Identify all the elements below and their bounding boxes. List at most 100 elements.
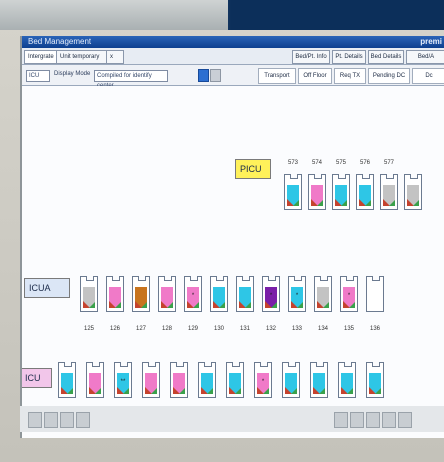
bed-flag-triangle: [245, 302, 251, 308]
dc-button[interactable]: Dc: [412, 68, 444, 84]
req-tx-button[interactable]: Req TX: [334, 68, 366, 84]
bed-number: 131: [239, 326, 250, 332]
print-icon[interactable]: [210, 69, 221, 82]
bed-headboard: [372, 276, 380, 281]
bed-tile[interactable]: [236, 276, 254, 312]
bed-flag-triangle: [271, 302, 277, 308]
bed-flag-triangle: [323, 302, 329, 308]
bed-a-button[interactable]: Bed/A: [406, 50, 444, 64]
bed-headboard: [320, 276, 328, 281]
bed-number: 134: [317, 326, 328, 332]
bed-headboard: [344, 362, 352, 367]
bed-tile[interactable]: [158, 276, 176, 312]
tab-unit-temporary[interactable]: Unit temporary: [56, 50, 110, 64]
transport-button[interactable]: Transport: [258, 68, 296, 84]
bed-flag-triangle: [167, 302, 173, 308]
bed-headboard: [204, 362, 212, 367]
bed-tile[interactable]: [284, 174, 302, 210]
bed-tile[interactable]: [380, 174, 398, 210]
bottom-square-button[interactable]: [366, 412, 380, 428]
bed-tile[interactable]: [282, 362, 300, 398]
bed-number: 133: [291, 326, 302, 332]
bottom-bar: [20, 406, 444, 432]
bed-headboard: [64, 362, 72, 367]
bed-tile[interactable]: [80, 276, 98, 312]
pending-dc-button[interactable]: Pending DC: [368, 68, 410, 84]
bed-flag-triangle: [291, 388, 297, 394]
bottom-square-button[interactable]: [334, 412, 348, 428]
bed-tile[interactable]: [86, 362, 104, 398]
bed-tile[interactable]: [58, 362, 76, 398]
bed-flag-triangle: [341, 200, 347, 206]
bed-tile[interactable]: *: [184, 276, 202, 312]
bed-tile[interactable]: [356, 174, 374, 210]
bottom-square-button[interactable]: [28, 412, 42, 428]
bed-number: 132: [265, 326, 276, 332]
bed-tile[interactable]: [170, 362, 188, 398]
bed-tile[interactable]: *: [340, 276, 358, 312]
bed-tile[interactable]: [226, 362, 244, 398]
off-floor-button[interactable]: Off Floor: [298, 68, 332, 84]
bed-tile[interactable]: *: [288, 276, 306, 312]
bed-tile[interactable]: **: [114, 362, 132, 398]
bed-flag-triangle: [293, 200, 299, 206]
bed-tile[interactable]: [338, 362, 356, 398]
bed-headboard: [338, 174, 346, 179]
bed-number: 127: [135, 326, 146, 332]
bed-flag-triangle: [115, 302, 121, 308]
bed-tile[interactable]: *: [254, 362, 272, 398]
bed-flag-triangle: [413, 200, 419, 206]
bottom-square-button[interactable]: [44, 412, 58, 428]
bed-number: 573: [287, 160, 298, 166]
pt-details-button[interactable]: Pt. Details: [332, 50, 366, 64]
bed-number: 576: [359, 160, 370, 166]
bed-tile[interactable]: [142, 362, 160, 398]
bed-tile[interactable]: [210, 276, 228, 312]
bed-headboard: [372, 362, 380, 367]
bed-tile[interactable]: [314, 276, 332, 312]
bed-tile[interactable]: [332, 174, 350, 210]
bed-headboard: [216, 276, 224, 281]
bed-tile[interactable]: *: [262, 276, 280, 312]
brand-text: premi: [420, 37, 442, 46]
bed-details-button[interactable]: Bed Details: [368, 50, 404, 64]
bottom-square-button[interactable]: [350, 412, 364, 428]
unit-label-picu: PICU: [235, 159, 271, 179]
bed-tile[interactable]: [366, 362, 384, 398]
bed-flag-triangle: [193, 302, 199, 308]
bed-flag-triangle: [375, 388, 381, 394]
bed-number: 130: [213, 326, 224, 332]
title-bar: Bed Management premi: [22, 36, 444, 48]
bed-flag-triangle: [297, 302, 303, 308]
tab-close[interactable]: x: [106, 50, 124, 64]
bed-headboard: [316, 362, 324, 367]
bed-headboard: [288, 362, 296, 367]
bed-tile[interactable]: [310, 362, 328, 398]
bed-headboard: [112, 276, 120, 281]
bottom-square-button[interactable]: [76, 412, 90, 428]
display-mode-select[interactable]: Compiled for identify center: [94, 70, 168, 89]
bed-flag-triangle: [389, 200, 395, 206]
bed-flag-triangle: [123, 388, 129, 394]
unit-select[interactable]: ICU: [26, 70, 50, 82]
toolbar: ICU Display Mode Compiled for identify c…: [22, 65, 444, 89]
bed-number: 136: [369, 326, 380, 332]
bed-number: 575: [335, 160, 346, 166]
bed-tile[interactable]: [198, 362, 216, 398]
bed-tile[interactable]: [404, 174, 422, 210]
bottom-square-button[interactable]: [382, 412, 396, 428]
bed-tile[interactable]: [308, 174, 326, 210]
bed-headboard: [86, 276, 94, 281]
bottom-square-button[interactable]: [398, 412, 412, 428]
blue-panel-icon[interactable]: [198, 69, 209, 82]
bottom-square-button[interactable]: [60, 412, 74, 428]
bed-flag-triangle: [141, 302, 147, 308]
tab-intergrate[interactable]: Intergrate: [24, 50, 58, 64]
bed-flag-triangle: [67, 388, 73, 394]
bed-tile[interactable]: [106, 276, 124, 312]
bed-tile[interactable]: [366, 276, 384, 312]
bed-board-canvas: PICU 573 574 575 576 577 ICUA 125 126 127 128 * 129 1…: [22, 86, 444, 438]
bed-number: 577: [383, 160, 394, 166]
bed-pt-info-button[interactable]: Bed/Pt. Info: [292, 50, 330, 64]
bed-tile[interactable]: [132, 276, 150, 312]
